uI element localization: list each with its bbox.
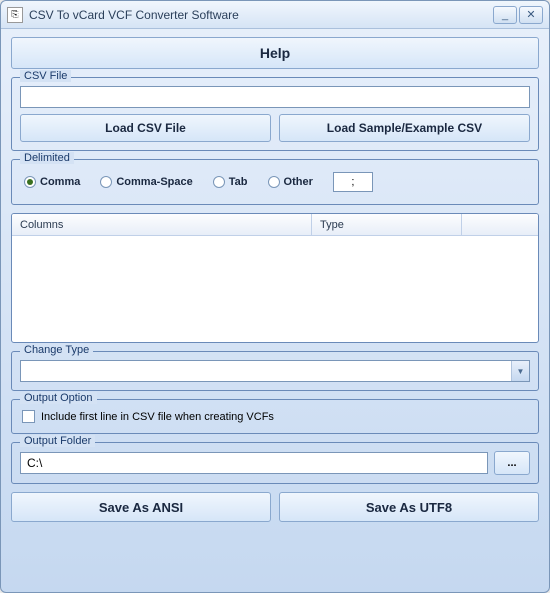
radio-comma-space[interactable]: Comma-Space — [100, 176, 192, 188]
radio-tab[interactable]: Tab — [213, 176, 248, 188]
output-option-group: Output Option Include first line in CSV … — [11, 399, 539, 434]
header-spacer — [462, 214, 538, 235]
csv-path-input[interactable] — [20, 86, 530, 108]
save-ansi-button[interactable]: Save As ANSI — [11, 492, 271, 522]
radio-comma[interactable]: Comma — [24, 176, 80, 188]
columns-table: Columns Type — [11, 213, 539, 343]
app-window: ⎘ CSV To vCard VCF Converter Software _ … — [0, 0, 550, 593]
radio-tab-label: Tab — [229, 176, 248, 188]
table-header: Columns Type — [12, 214, 538, 236]
load-csv-button[interactable]: Load CSV File — [20, 114, 271, 142]
radio-other[interactable]: Other — [268, 176, 313, 188]
delimiter-options: Comma Comma-Space Tab Other — [20, 168, 530, 196]
csv-file-group: CSV File Load CSV File Load Sample/Examp… — [11, 77, 539, 151]
change-type-group: Change Type ▼ — [11, 351, 539, 391]
radio-comma-label: Comma — [40, 176, 80, 188]
close-button[interactable]: ✕ — [519, 6, 543, 24]
include-first-line-checkbox[interactable] — [22, 410, 35, 423]
delimited-legend: Delimited — [20, 152, 74, 164]
radio-other-label: Other — [284, 176, 313, 188]
save-utf8-button[interactable]: Save As UTF8 — [279, 492, 539, 522]
output-option-legend: Output Option — [20, 392, 97, 404]
chevron-down-icon[interactable]: ▼ — [511, 361, 529, 381]
window-controls: _ ✕ — [493, 6, 543, 24]
window-title: CSV To vCard VCF Converter Software — [29, 8, 493, 22]
change-type-combo[interactable]: ▼ — [20, 360, 530, 382]
content-area: Help CSV File Load CSV File Load Sample/… — [1, 29, 549, 530]
change-type-input[interactable] — [20, 360, 530, 382]
radio-comma-space-input[interactable] — [100, 176, 112, 188]
radio-other-input[interactable] — [268, 176, 280, 188]
titlebar: ⎘ CSV To vCard VCF Converter Software _ … — [1, 1, 549, 29]
output-folder-row: ... — [20, 451, 530, 475]
load-sample-button[interactable]: Load Sample/Example CSV — [279, 114, 530, 142]
csv-file-legend: CSV File — [20, 70, 71, 82]
browse-button[interactable]: ... — [494, 451, 530, 475]
app-icon: ⎘ — [7, 7, 23, 23]
header-type[interactable]: Type — [312, 214, 462, 235]
radio-comma-input[interactable] — [24, 176, 36, 188]
include-first-line-row[interactable]: Include first line in CSV file when crea… — [20, 408, 530, 425]
save-row: Save As ANSI Save As UTF8 — [11, 492, 539, 522]
change-type-legend: Change Type — [20, 344, 93, 356]
minimize-button[interactable]: _ — [493, 6, 517, 24]
output-folder-input[interactable] — [20, 452, 488, 474]
delimited-group: Delimited Comma Comma-Space Tab Other — [11, 159, 539, 205]
radio-comma-space-label: Comma-Space — [116, 176, 192, 188]
help-button[interactable]: Help — [11, 37, 539, 69]
csv-button-row: Load CSV File Load Sample/Example CSV — [20, 114, 530, 142]
include-first-line-label: Include first line in CSV file when crea… — [41, 411, 274, 423]
radio-tab-input[interactable] — [213, 176, 225, 188]
output-folder-group: Output Folder ... — [11, 442, 539, 484]
header-columns[interactable]: Columns — [12, 214, 312, 235]
other-delimiter-input[interactable] — [333, 172, 373, 192]
output-folder-legend: Output Folder — [20, 435, 95, 447]
